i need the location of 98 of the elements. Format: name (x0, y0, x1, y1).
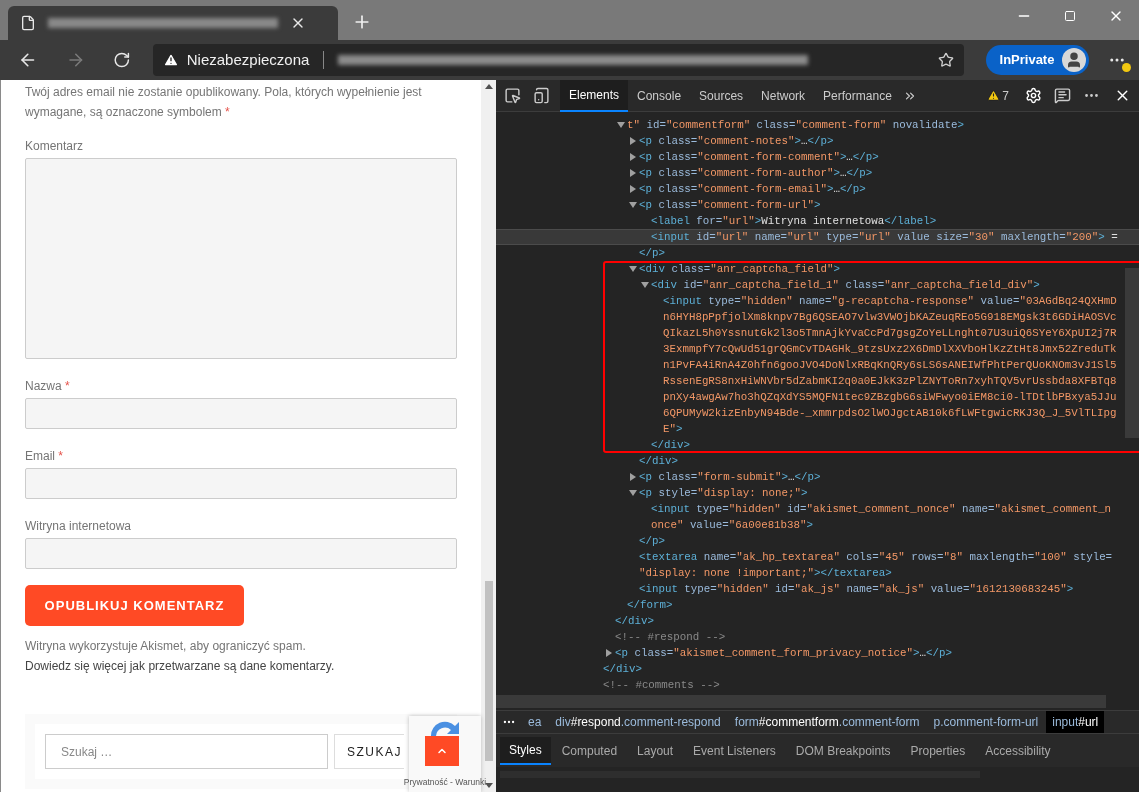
security-label[interactable]: Niezabezpieczona (186, 48, 310, 72)
expand-arrow-icon[interactable] (629, 473, 637, 481)
code-line: <p class="comment-notes">…</p> (639, 133, 834, 149)
scroll-down-icon[interactable] (484, 783, 493, 788)
address-field[interactable]: Niezabezpieczona (152, 44, 964, 76)
devtools-tab[interactable]: Sources (690, 79, 753, 112)
privacy-notice: Witryna wykorzystuje Akismet, aby ograniczyć spam. Dowiedz się więcej jak przetwarzane są dane komentarzy. (25, 638, 336, 675)
horizontal-scrollbar[interactable] (496, 695, 1106, 708)
expand-arrow-icon[interactable] (629, 169, 637, 177)
code-line: <p class="form-submit">…</p> (639, 469, 821, 485)
code-line: <input id="url" name="url" type="url" value size="30" maxlength="200"> = (651, 229, 1118, 245)
expand-arrow-icon[interactable] (605, 649, 613, 657)
panel-tab[interactable]: Styles (500, 736, 551, 765)
code-line: </p> (639, 245, 665, 261)
code-line: </div> (603, 661, 642, 677)
code-line: <label for="url">Witryna internetowa</label> (651, 213, 937, 229)
maximize-icon[interactable] (1064, 10, 1076, 22)
panel-tab[interactable]: Event Listeners (684, 736, 785, 765)
code-line: <p class="comment-form-email">…</p> (639, 181, 866, 197)
code-line: <textarea name="ak_hp_textarea" cols="45" rows="8" maxlength="100" style= (639, 549, 1113, 565)
code-line: RssenEgRS8nxHiWNVbr5dZabmKI2q0a0EJkK3zPlZNYToRn7xyhTQV5vrUssbda8XFBTq8 (663, 373, 1117, 389)
code-line: </form> (627, 597, 673, 613)
code-line: t" id="commentform" class="comment-form" novalidate> (627, 117, 964, 133)
field-label: Komentarz (25, 138, 85, 154)
avatar-icon (1062, 48, 1087, 72)
code-line: 3ExmmpfY7cQwUd51grQGmCvTDAGHk_9tzsUxz2X6DmDlXXVboHlKzZtHt8Jmx52ZreduTk (663, 341, 1117, 357)
feedback-icon[interactable] (1054, 87, 1071, 104)
panel-tab[interactable]: DOM Breakpoints (786, 736, 900, 765)
code-line: <p style="display: none;"> (639, 485, 808, 501)
input-field[interactable] (25, 398, 457, 429)
code-line: </div> (651, 437, 690, 453)
recaptcha-links[interactable]: Prywatność - Warunki (403, 776, 487, 789)
code-line: 6QPUMyW2kizEnbyN94Bde-_xmmrpdsO2lWOJgctAB10k6fLWFtgwicRKJ3Q_J_5VlTLIpg (663, 405, 1117, 421)
inprivate-button[interactable]: InPrivate (985, 45, 1090, 75)
expand-arrow-icon[interactable] (629, 185, 637, 193)
panel-tab[interactable]: Layout (628, 736, 683, 765)
warning-icon[interactable] (987, 89, 1001, 102)
selected-row[interactable]: <input id="url" name="url" type="url" value size="30" maxlength="200"> = (496, 229, 1139, 245)
breadcrumb[interactable]: ea (522, 711, 548, 733)
code-line: <input type="hidden" id="ak_js" name="ak_js" value="1612130683245"> (639, 581, 1074, 597)
breadcrumb[interactable]: div#respond.comment-respond (549, 711, 727, 733)
recaptcha-logo-icon (431, 720, 459, 736)
inspect-icon[interactable] (504, 87, 521, 104)
code-line: <p class="comment-form-url"> (639, 197, 821, 213)
code-line: <div class="anr_captcha_field"> (639, 261, 840, 277)
code-line: n1PvFA4iRnA4Z0hfn6gooJVO4DoNlxRBqKnQRy6sLS6sANEIWfPhtPerQUoKNOm3vJ1Sl5 (663, 357, 1117, 373)
settings-icon[interactable] (1025, 87, 1042, 104)
panel-tab[interactable]: Accessibility (976, 736, 1060, 765)
breadcrumb[interactable]: p.comment-form-url (927, 711, 1045, 733)
code-line: <div id="anr_captcha_field_1" class="anr_captcha_field_div"> (651, 277, 1040, 293)
warning-count[interactable]: 7 (1002, 86, 1009, 105)
refresh-icon[interactable] (113, 51, 131, 69)
collapse-arrow-icon[interactable] (641, 281, 649, 289)
devtools-tab[interactable]: Network (752, 79, 815, 112)
code-line: </div> (639, 453, 678, 469)
code-line: </div> (615, 613, 654, 629)
code-line: once" value="6a00e81b38"> (651, 517, 813, 533)
device-icon[interactable] (533, 87, 550, 104)
field-label: Witryna internetowa (25, 518, 133, 534)
code-line: <input type="hidden" id="akismet_comment_nonce" name="akismet_comment_n (651, 501, 1112, 517)
code-line: E"> (663, 421, 683, 437)
panel-tab[interactable]: Properties (901, 736, 975, 765)
expand-arrow-icon[interactable] (629, 153, 637, 161)
privacy-link[interactable]: Dowiedz się więcej jak przetwarzane są dane komentarzy. (25, 659, 335, 673)
code-line: </p> (639, 533, 665, 549)
code-line: <p class="comment-form-author">…</p> (639, 165, 873, 181)
scroll-thumb[interactable] (484, 581, 493, 761)
search-field[interactable]: Szukaj … (45, 734, 328, 769)
collapse-arrow-icon[interactable] (629, 201, 637, 209)
warning-icon (162, 52, 179, 68)
collapse-arrow-icon[interactable] (617, 121, 625, 129)
devtools-tab[interactable]: Console (628, 79, 691, 112)
code-line: <input type="hidden" name="g-recaptcha-response" value="03AGdBq24QXHmD (663, 293, 1117, 309)
panel-tab[interactable]: Computed (552, 736, 627, 765)
field-label: Nazwa * (25, 378, 71, 394)
scroll-up-icon[interactable] (484, 84, 493, 89)
field-label: Email * (25, 448, 65, 464)
comment-notes: Twój adres email nie zostanie opublikowany. Pola, których wypełnienie jest wymagane, są oznaczone symbolem * (25, 84, 423, 121)
code-line: <!-- #respond --> (615, 629, 726, 645)
input-field[interactable] (25, 538, 457, 569)
code-line: <p class="comment-form-comment">…</p> (639, 149, 879, 165)
code-line: <!-- #comments --> (603, 677, 720, 693)
collapse-arrow-icon[interactable] (629, 265, 637, 273)
input-field[interactable] (25, 468, 457, 499)
code-line: pnXy4awgAw7ho3hQZqXdYS5MQFN1tec9ZBzgbG6siWFwyo0iEM8ci0-lTDtlbPBxya5JJu (663, 389, 1117, 405)
expand-arrow-icon[interactable] (629, 137, 637, 145)
page-icon (20, 15, 36, 31)
breadcrumb[interactable]: input#url (1046, 711, 1105, 733)
devtools-tab[interactable]: Performance (814, 79, 901, 112)
breadcrumb[interactable]: form#commentform.comment-form (728, 711, 926, 733)
code-line: "display: none !important;"></textarea> (639, 565, 892, 581)
devtools-tab[interactable]: Elements (560, 79, 629, 112)
code-line: <p class="akismet_comment_form_privacy_notice">…</p> (615, 645, 952, 661)
code-line: QIkazL5h0YssnutGk2l3o5TmnAjkYvaCcPd7gsgZoYeLLnght07U3uiQ6SYeY6XpUI2j7R (663, 325, 1117, 341)
search-button[interactable]: SZUKAJ (334, 734, 404, 769)
favorite-star-icon[interactable] (937, 52, 954, 68)
collapse-arrow-icon[interactable] (629, 489, 637, 497)
code-line: n6HYH8pPpfjolXm8knpv7Bg6QSEAO7vlw3VWOjbKAZeuqREo5G918EMgsk3t6GDiHAOSVc (663, 309, 1117, 325)
